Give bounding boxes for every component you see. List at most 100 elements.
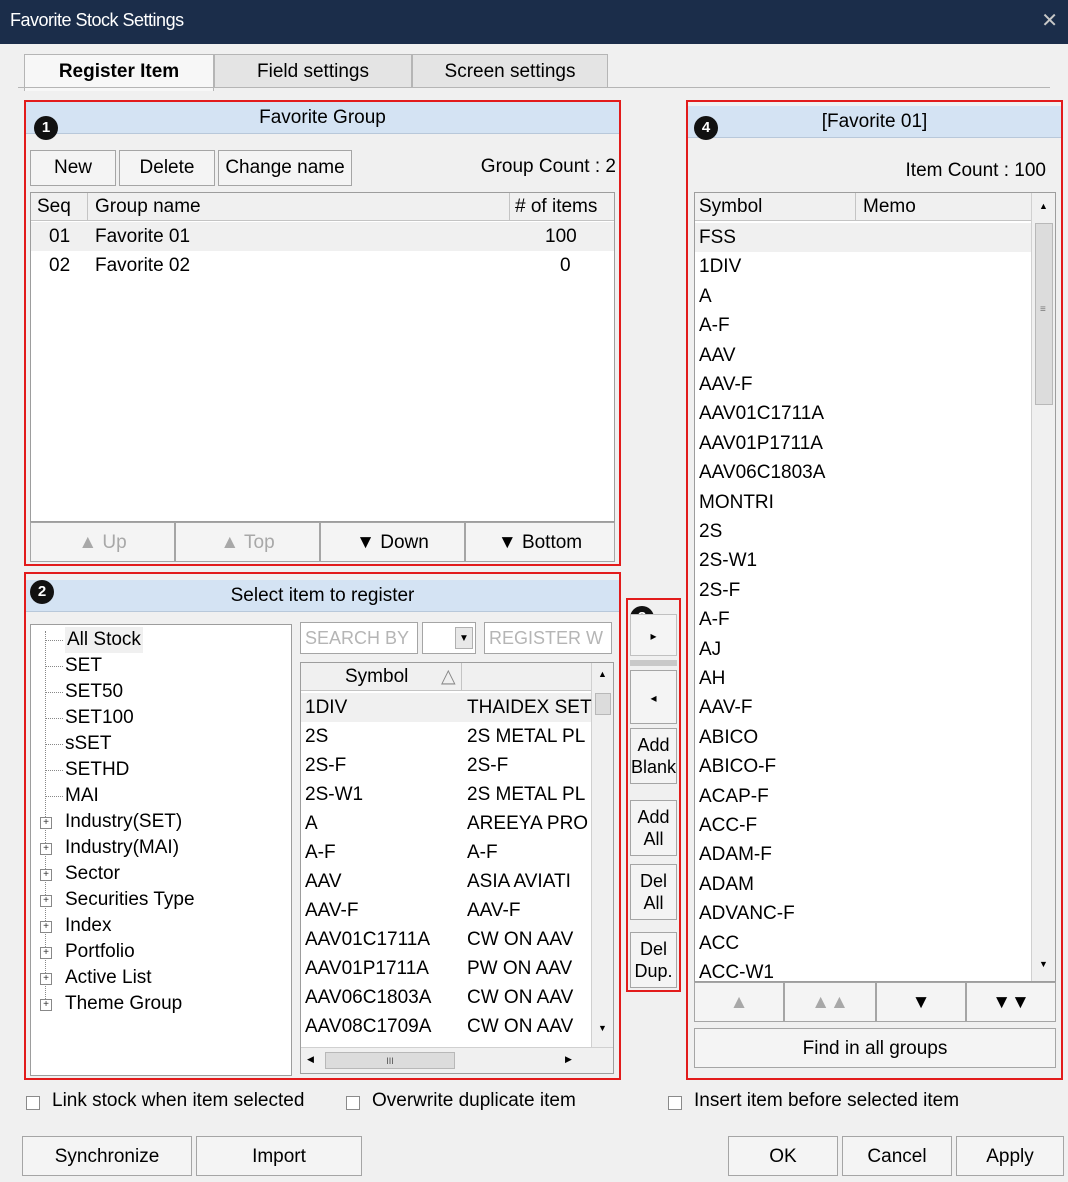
favorite-item-row[interactable]: A-F: [695, 311, 1031, 340]
tree-item-sector[interactable]: Sector: [65, 861, 120, 887]
del-dup-button[interactable]: Del Dup.: [630, 932, 677, 988]
col-symbol[interactable]: Symbol: [345, 663, 408, 691]
del-all-button[interactable]: Del All: [630, 864, 677, 920]
symbol-list[interactable]: Symbol △ ▲ ▼ 1DIV THAIDEX SET 2S 2S METAL …: [300, 662, 614, 1074]
favorite-item-row[interactable]: AH: [695, 664, 1031, 693]
scroll-down-icon[interactable]: ▼: [598, 1023, 607, 1033]
favorite-item-row[interactable]: A: [695, 282, 1031, 311]
tab-register-item[interactable]: Register Item: [24, 54, 214, 91]
expand-icon[interactable]: +: [40, 895, 52, 907]
expand-icon[interactable]: +: [40, 999, 52, 1011]
tree-item-portfolio[interactable]: Portfolio: [65, 939, 135, 965]
scroll-up-icon[interactable]: ▲: [1039, 201, 1048, 211]
favorite-item-row[interactable]: A-F: [695, 605, 1031, 634]
scroll-left-icon[interactable]: ◀: [307, 1054, 314, 1065]
vertical-scrollbar[interactable]: ▲ ▼: [591, 663, 613, 1047]
search-by-input[interactable]: SEARCH BY: [300, 622, 418, 654]
favorite-item-row[interactable]: ABICO-F: [695, 752, 1031, 781]
favorite-item-row[interactable]: MONTRI: [695, 488, 1031, 517]
tree-item-sethd[interactable]: SETHD: [65, 757, 129, 783]
favorite-item-row[interactable]: 1DIV: [695, 252, 1031, 281]
ok-button[interactable]: OK: [728, 1136, 838, 1176]
favorite-item-row[interactable]: ADAM-F: [695, 840, 1031, 869]
register-input[interactable]: REGISTER W: [484, 622, 612, 654]
change-name-button[interactable]: Change name: [218, 150, 352, 186]
symbol-row[interactable]: AAV06C1803A CW ON AAV: [301, 983, 591, 1012]
symbol-row[interactable]: AAV01C1711A CW ON AAV: [301, 925, 591, 954]
symbol-row[interactable]: A AREEYA PRO: [301, 809, 591, 838]
find-in-all-groups-button[interactable]: Find in all groups: [694, 1028, 1056, 1068]
apply-button[interactable]: Apply: [956, 1136, 1064, 1176]
col-item-count[interactable]: # of items: [515, 193, 597, 221]
favorite-item-row[interactable]: ACC-W1: [695, 958, 1031, 981]
tree-item-securities-type[interactable]: Securities Type: [65, 887, 195, 913]
favorite-item-row[interactable]: AAV01P1711A: [695, 429, 1031, 458]
favorite-item-row[interactable]: AAV-F: [695, 693, 1031, 722]
move-top-button[interactable]: ▲ Top: [175, 522, 320, 562]
scroll-thumb[interactable]: ≡: [1035, 223, 1053, 405]
link-stock-checkbox[interactable]: [26, 1096, 40, 1110]
symbol-row[interactable]: AAV-F AAV-F: [301, 896, 591, 925]
symbol-row[interactable]: 2S-F 2S-F: [301, 751, 591, 780]
move-down-button[interactable]: ▼ Down: [320, 522, 465, 562]
favorite-item-row[interactable]: ACC-F: [695, 811, 1031, 840]
favorite-item-row[interactable]: ADVANC-F: [695, 899, 1031, 928]
expand-icon[interactable]: +: [40, 817, 52, 829]
tree-item-set50[interactable]: SET50: [65, 679, 123, 705]
col-seq[interactable]: Seq: [37, 193, 71, 221]
vertical-scrollbar[interactable]: ▲ ≡ ▼: [1031, 193, 1055, 981]
add-item-button[interactable]: ▸: [630, 614, 677, 656]
tree-item-sset[interactable]: sSET: [65, 731, 111, 757]
remove-item-button[interactable]: ◂: [630, 670, 677, 724]
move-up-button[interactable]: ▲ Up: [30, 522, 175, 562]
favorite-item-row[interactable]: AJ: [695, 635, 1031, 664]
symbol-row[interactable]: AAV01P1711A PW ON AAV: [301, 954, 591, 983]
horizontal-scrollbar[interactable]: ◀ III ▶: [301, 1047, 613, 1073]
synchronize-button[interactable]: Synchronize: [22, 1136, 192, 1176]
tree-item-set[interactable]: SET: [65, 653, 102, 679]
favorite-item-row[interactable]: ACAP-F: [695, 782, 1031, 811]
symbol-row[interactable]: AAV ASIA AVIATI: [301, 867, 591, 896]
delete-group-button[interactable]: Delete: [119, 150, 215, 186]
import-button[interactable]: Import: [196, 1136, 362, 1176]
symbol-row[interactable]: A-F A-F: [301, 838, 591, 867]
tree-item-mai[interactable]: MAI: [65, 783, 99, 809]
favorite-item-row[interactable]: 2S-W1: [695, 546, 1031, 575]
tree-item-set100[interactable]: SET100: [65, 705, 134, 731]
col-group-name[interactable]: Group name: [95, 193, 201, 221]
close-icon[interactable]: ✕: [1041, 8, 1058, 33]
favorite-item-list[interactable]: Symbol Memo ▲ ≡ ▼ FSS 1DIV A A-F AAV AAV-F AAV…: [694, 192, 1056, 982]
scroll-up-icon[interactable]: ▲: [598, 669, 607, 679]
tree-item-index[interactable]: Index: [65, 913, 111, 939]
scroll-thumb[interactable]: [595, 693, 611, 715]
favorite-item-row[interactable]: FSS: [695, 223, 1031, 252]
insert-before-checkbox[interactable]: [668, 1096, 682, 1110]
favorite-item-row[interactable]: AAV-F: [695, 370, 1031, 399]
col-memo[interactable]: Memo: [863, 193, 916, 221]
tree-item-theme-group[interactable]: Theme Group: [65, 991, 182, 1017]
scroll-thumb[interactable]: III: [325, 1052, 455, 1069]
cancel-button[interactable]: Cancel: [842, 1136, 952, 1176]
tree-item-industry-mai[interactable]: Industry(MAI): [65, 835, 179, 861]
sort-asc-icon[interactable]: △: [441, 663, 456, 691]
favorite-item-row[interactable]: AAV01C1711A: [695, 399, 1031, 428]
col-symbol[interactable]: Symbol: [699, 193, 762, 221]
category-tree[interactable]: All Stock SET SET50 SET100 sSET SETHD MA…: [30, 624, 292, 1076]
tree-item-industry-set[interactable]: Industry(SET): [65, 809, 182, 835]
symbol-row[interactable]: 2S 2S METAL PL: [301, 722, 591, 751]
scroll-right-icon[interactable]: ▶: [565, 1054, 572, 1065]
tree-item-all-stock[interactable]: All Stock: [65, 627, 143, 653]
chevron-down-icon[interactable]: ▼: [455, 627, 473, 649]
item-move-up-button[interactable]: ▲: [694, 982, 784, 1022]
item-move-bottom-button[interactable]: ▼▼: [966, 982, 1056, 1022]
new-group-button[interactable]: New: [30, 150, 116, 186]
group-row[interactable]: 01 Favorite 01 100: [31, 222, 614, 251]
favorite-item-row[interactable]: 2S: [695, 517, 1031, 546]
symbol-row[interactable]: 2S-W1 2S METAL PL: [301, 780, 591, 809]
scroll-down-icon[interactable]: ▼: [1039, 959, 1048, 969]
item-move-down-button[interactable]: ▼: [876, 982, 966, 1022]
group-list[interactable]: Seq Group name # of items 01 Favorite 01…: [30, 192, 615, 522]
favorite-item-row[interactable]: ADAM: [695, 870, 1031, 899]
search-type-select[interactable]: ▼: [422, 622, 476, 654]
favorite-item-row[interactable]: ACC: [695, 929, 1031, 958]
